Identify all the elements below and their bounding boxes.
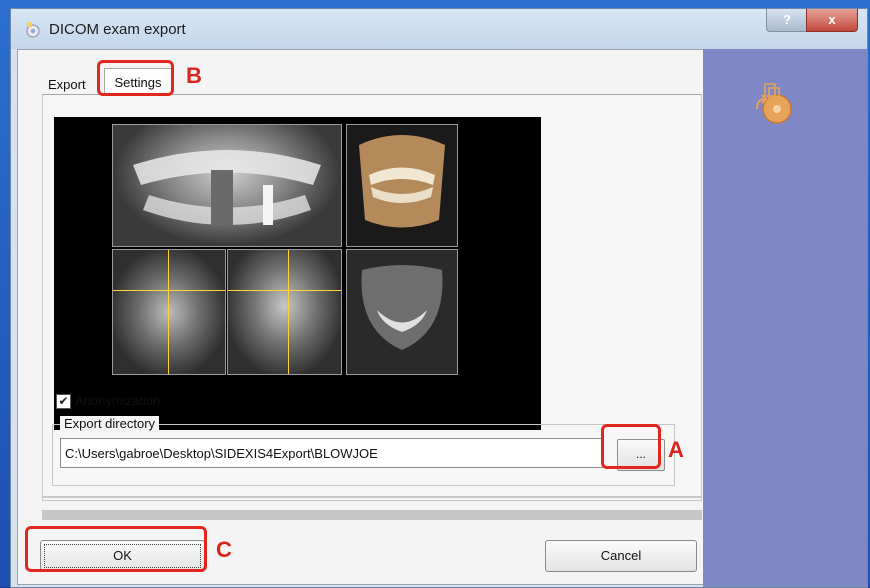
annotation-box-b xyxy=(97,60,174,96)
volume-3d-view xyxy=(346,124,458,247)
cross-section-view-2 xyxy=(227,249,342,375)
dicom-app-icon xyxy=(26,22,40,38)
dialog-client-area: Export Settings ✔ Anonymization Export d… xyxy=(17,49,705,585)
annotation-box-a xyxy=(601,424,661,469)
progress-bar xyxy=(42,510,702,520)
title-bar: DICOM exam export ? x xyxy=(11,9,867,49)
export-directory-label: Export directory xyxy=(60,416,160,431)
window-title: DICOM exam export xyxy=(49,21,186,38)
annotation-label-a: A xyxy=(668,437,684,462)
exam-preview-image xyxy=(54,117,541,430)
close-button[interactable]: x xyxy=(806,9,858,32)
cross-section-view-1 xyxy=(112,249,226,375)
panoramic-view xyxy=(112,124,342,247)
anonymization-label: Anonymization xyxy=(75,393,161,408)
help-button[interactable]: ? xyxy=(766,9,808,32)
dicom-export-icon xyxy=(756,83,792,124)
separator xyxy=(42,496,702,498)
tab-export[interactable]: Export xyxy=(48,77,86,92)
annotation-box-c xyxy=(25,526,207,572)
annotation-label-b: B xyxy=(186,63,202,88)
export-path-field[interactable]: C:\Users\gabroe\Desktop\SIDEXIS4Export\B… xyxy=(60,438,603,468)
anonymization-checkbox[interactable]: ✔ xyxy=(56,394,71,409)
axial-view xyxy=(346,249,458,375)
side-panel xyxy=(703,49,867,587)
annotation-label-c: C xyxy=(216,537,232,562)
cancel-button[interactable]: Cancel xyxy=(545,540,697,572)
